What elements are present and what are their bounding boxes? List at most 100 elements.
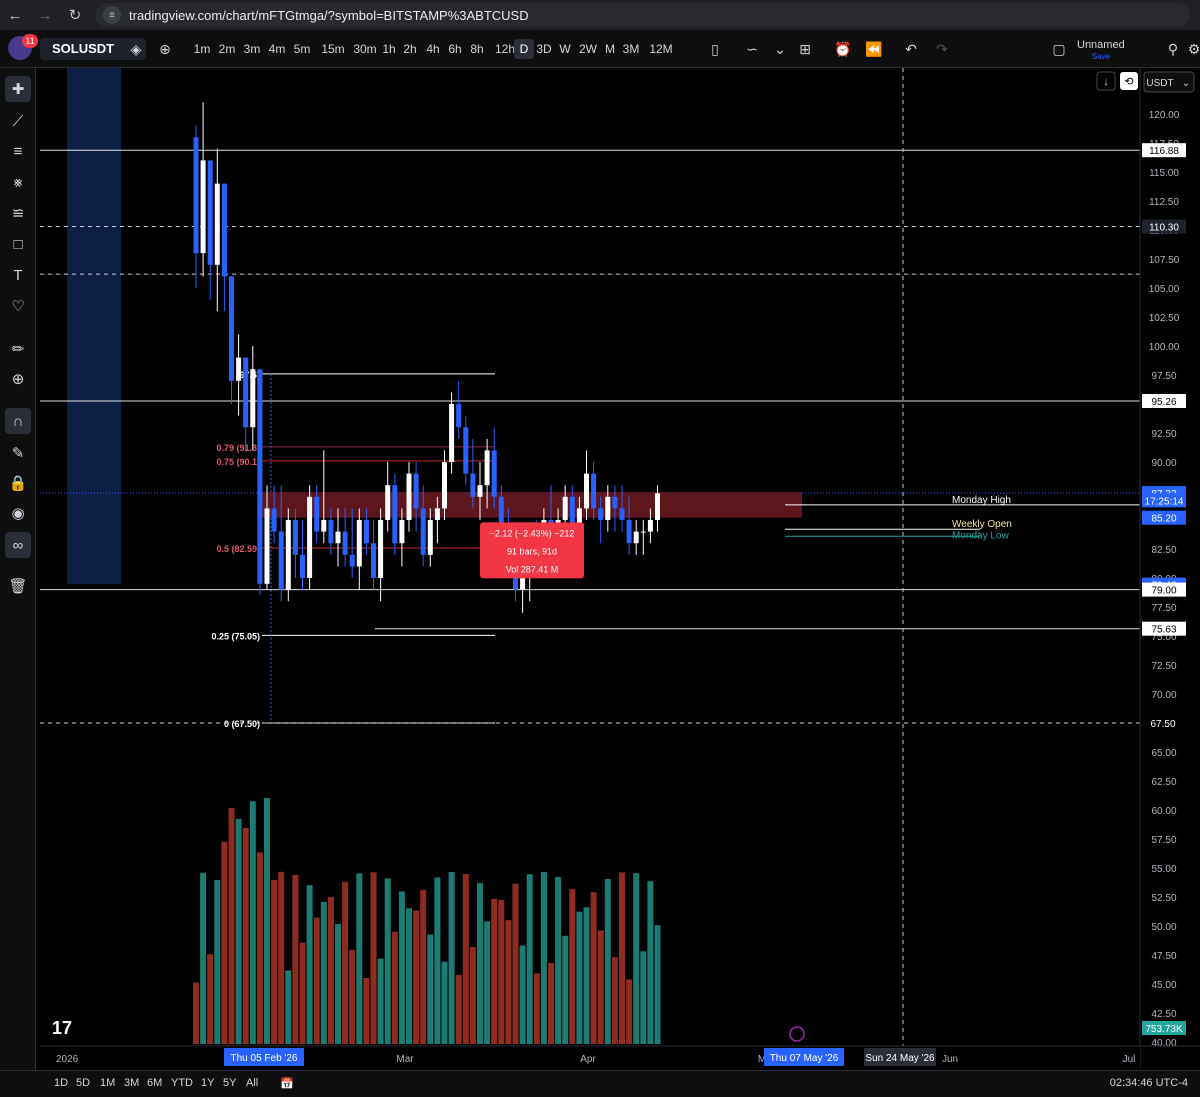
volume-bar <box>384 878 391 1044</box>
forecast-tool-icon[interactable]: ≌ <box>5 200 31 226</box>
range-5y[interactable]: 5Y <box>223 1077 236 1089</box>
time-highlight-label: Sun 24 May '26 <box>865 1053 935 1064</box>
time-label: Mar <box>396 1054 414 1065</box>
supply-zone[interactable] <box>262 492 802 518</box>
timeframe-8h[interactable]: 8h <box>467 39 487 59</box>
price-tick-label: 40.00 <box>1151 1038 1176 1049</box>
undo-icon[interactable]: ↶ <box>901 39 921 59</box>
timeframe-2h[interactable]: 2h <box>400 39 420 59</box>
time-label: Jun <box>942 1054 958 1065</box>
symbol-logo-icon: ◈ <box>130 40 142 57</box>
settings-icon[interactable]: ⚙ <box>1184 39 1200 59</box>
compare-add-icon[interactable]: ⊕ <box>155 39 175 59</box>
price-tick-label: 102.50 <box>1149 313 1180 324</box>
candle-body <box>484 450 490 486</box>
ruler-icon[interactable]: ✏ <box>5 336 31 362</box>
price-badge: 116.88 <box>1149 146 1179 157</box>
timeframe-3m[interactable]: 3m <box>242 39 262 59</box>
range-all[interactable]: All <box>246 1077 258 1089</box>
price-tick-label: 115.00 <box>1149 168 1179 179</box>
trash-icon[interactable]: 🗑 <box>5 573 31 599</box>
redo-icon[interactable]: ↷ <box>932 39 952 59</box>
timeframe-d[interactable]: D <box>514 39 534 59</box>
volume-bar <box>583 907 590 1044</box>
zoom-icon[interactable]: ⊕ <box>5 366 31 392</box>
site-info-icon[interactable]: ≡ <box>103 6 121 24</box>
volume-bar <box>455 974 462 1044</box>
timeframe-4m[interactable]: 4m <box>267 39 287 59</box>
chevron-down-icon: ⌄ <box>1182 78 1190 89</box>
timeframe-m[interactable]: M <box>600 39 620 59</box>
text-tool-icon[interactable]: T <box>5 262 31 288</box>
timeframe-1m[interactable]: 1m <box>192 39 212 59</box>
fib-tool-icon[interactable]: ≡ <box>5 138 31 164</box>
candles-type-icon[interactable]: ▯ <box>705 39 725 59</box>
chart-pane[interactable]: 1 (97.6)0.79 (91.3)0.75 (90.1)0.5 (82.59… <box>40 68 1200 1070</box>
timeframe-3d[interactable]: 3D <box>534 39 554 59</box>
candle-body <box>335 531 341 544</box>
volume-bar <box>533 973 540 1044</box>
timeframe-30m[interactable]: 30m <box>352 39 378 59</box>
draw-mode-icon[interactable]: ✎ <box>5 440 31 466</box>
price-badge: 75.63 <box>1151 625 1176 636</box>
volume-bar <box>342 881 349 1044</box>
lightning-icon[interactable] <box>789 1026 805 1042</box>
calendar-goto-icon[interactable]: 📅 <box>280 1077 294 1090</box>
candle-body <box>477 485 483 497</box>
volume-bar <box>619 872 625 1044</box>
back-arrow-icon[interactable]: ← <box>0 0 30 30</box>
pattern-tool-icon[interactable]: ⨳ <box>5 169 31 195</box>
crosshair-icon[interactable]: ✚ <box>5 76 31 102</box>
forward-arrow-icon[interactable]: → <box>30 0 60 30</box>
trend-line-icon[interactable]: ⟋ <box>5 108 31 134</box>
range-1m[interactable]: 1M <box>100 1077 115 1089</box>
heart-icon[interactable]: ♡ <box>5 293 31 319</box>
replay-icon[interactable]: ⏪ <box>864 39 884 59</box>
price-scale[interactable] <box>1140 68 1200 1070</box>
templates-icon[interactable]: ⊞ <box>795 39 815 59</box>
timeframe-12m[interactable]: 12M <box>648 39 674 59</box>
range-1y[interactable]: 1Y <box>201 1077 214 1089</box>
layout-save-label: Save <box>1091 52 1110 61</box>
address-bar[interactable]: ≡ tradingview.com/chart/mFTGtmga/?symbol… <box>95 3 1190 27</box>
shapes-tool-icon[interactable]: □ <box>5 231 31 257</box>
chart-toolbar: 11 SOLUSDT ◈ ⊕ 1m 2m 3m 4m 5m 15m 30m 1h 2h 4h 6h 8… <box>0 30 1200 68</box>
indicators-icon[interactable]: ∽ <box>742 39 762 59</box>
range-6m[interactable]: 6M <box>147 1077 162 1089</box>
timeframe-2m[interactable]: 2m <box>217 39 237 59</box>
volume-bar <box>512 883 519 1044</box>
session-highlight <box>67 68 121 584</box>
layout-square-icon[interactable]: ▢ <box>1049 39 1069 59</box>
timeframe-6h[interactable]: 6h <box>445 39 465 59</box>
range-5d[interactable]: 5D <box>76 1077 90 1089</box>
timeframe-w[interactable]: W <box>555 39 575 59</box>
chevron-down-icon[interactable]: ⌄ <box>770 39 790 59</box>
timeframe-2w[interactable]: 2W <box>578 39 598 59</box>
layout-name-button[interactable]: Unnamed Save <box>1077 39 1125 63</box>
price-tick-label: 82.50 <box>1151 545 1176 556</box>
chart-canvas[interactable]: 1 (97.6)0.79 (91.3)0.75 (90.1)0.5 (82.59… <box>40 68 1200 1070</box>
timeframe-1h[interactable]: 1h <box>379 39 399 59</box>
volume-bar <box>633 873 640 1044</box>
candle-body <box>307 496 313 578</box>
volume-bar <box>335 923 341 1044</box>
timeframe-5m[interactable]: 5m <box>292 39 312 59</box>
range-3m[interactable]: 3M <box>124 1077 139 1089</box>
candle-body <box>342 531 348 555</box>
clock[interactable]: 02:34:46 UTC-4 <box>1110 1077 1188 1089</box>
timeframe-4h[interactable]: 4h <box>423 39 443 59</box>
volume-bar <box>562 935 569 1044</box>
price-badge: 110.30 <box>1149 223 1179 234</box>
timeframe-15m[interactable]: 15m <box>320 39 346 59</box>
lock-icon[interactable]: 🔒 <box>5 470 31 496</box>
magnet-icon[interactable]: ∩ <box>5 408 31 434</box>
timeframe-3m[interactable]: 3M <box>621 39 641 59</box>
link-icon[interactable]: ∞ <box>5 532 31 558</box>
range-ytd[interactable]: YTD <box>171 1077 193 1089</box>
alert-icon[interactable]: ⏰ <box>833 39 853 59</box>
range-1d[interactable]: 1D <box>54 1077 68 1089</box>
reload-icon[interactable]: ↻ <box>60 0 90 30</box>
price-tick-label: 105.00 <box>1149 284 1180 295</box>
quick-search-icon[interactable]: ⚲ <box>1163 39 1183 59</box>
eye-icon[interactable]: ◉ <box>5 500 31 526</box>
